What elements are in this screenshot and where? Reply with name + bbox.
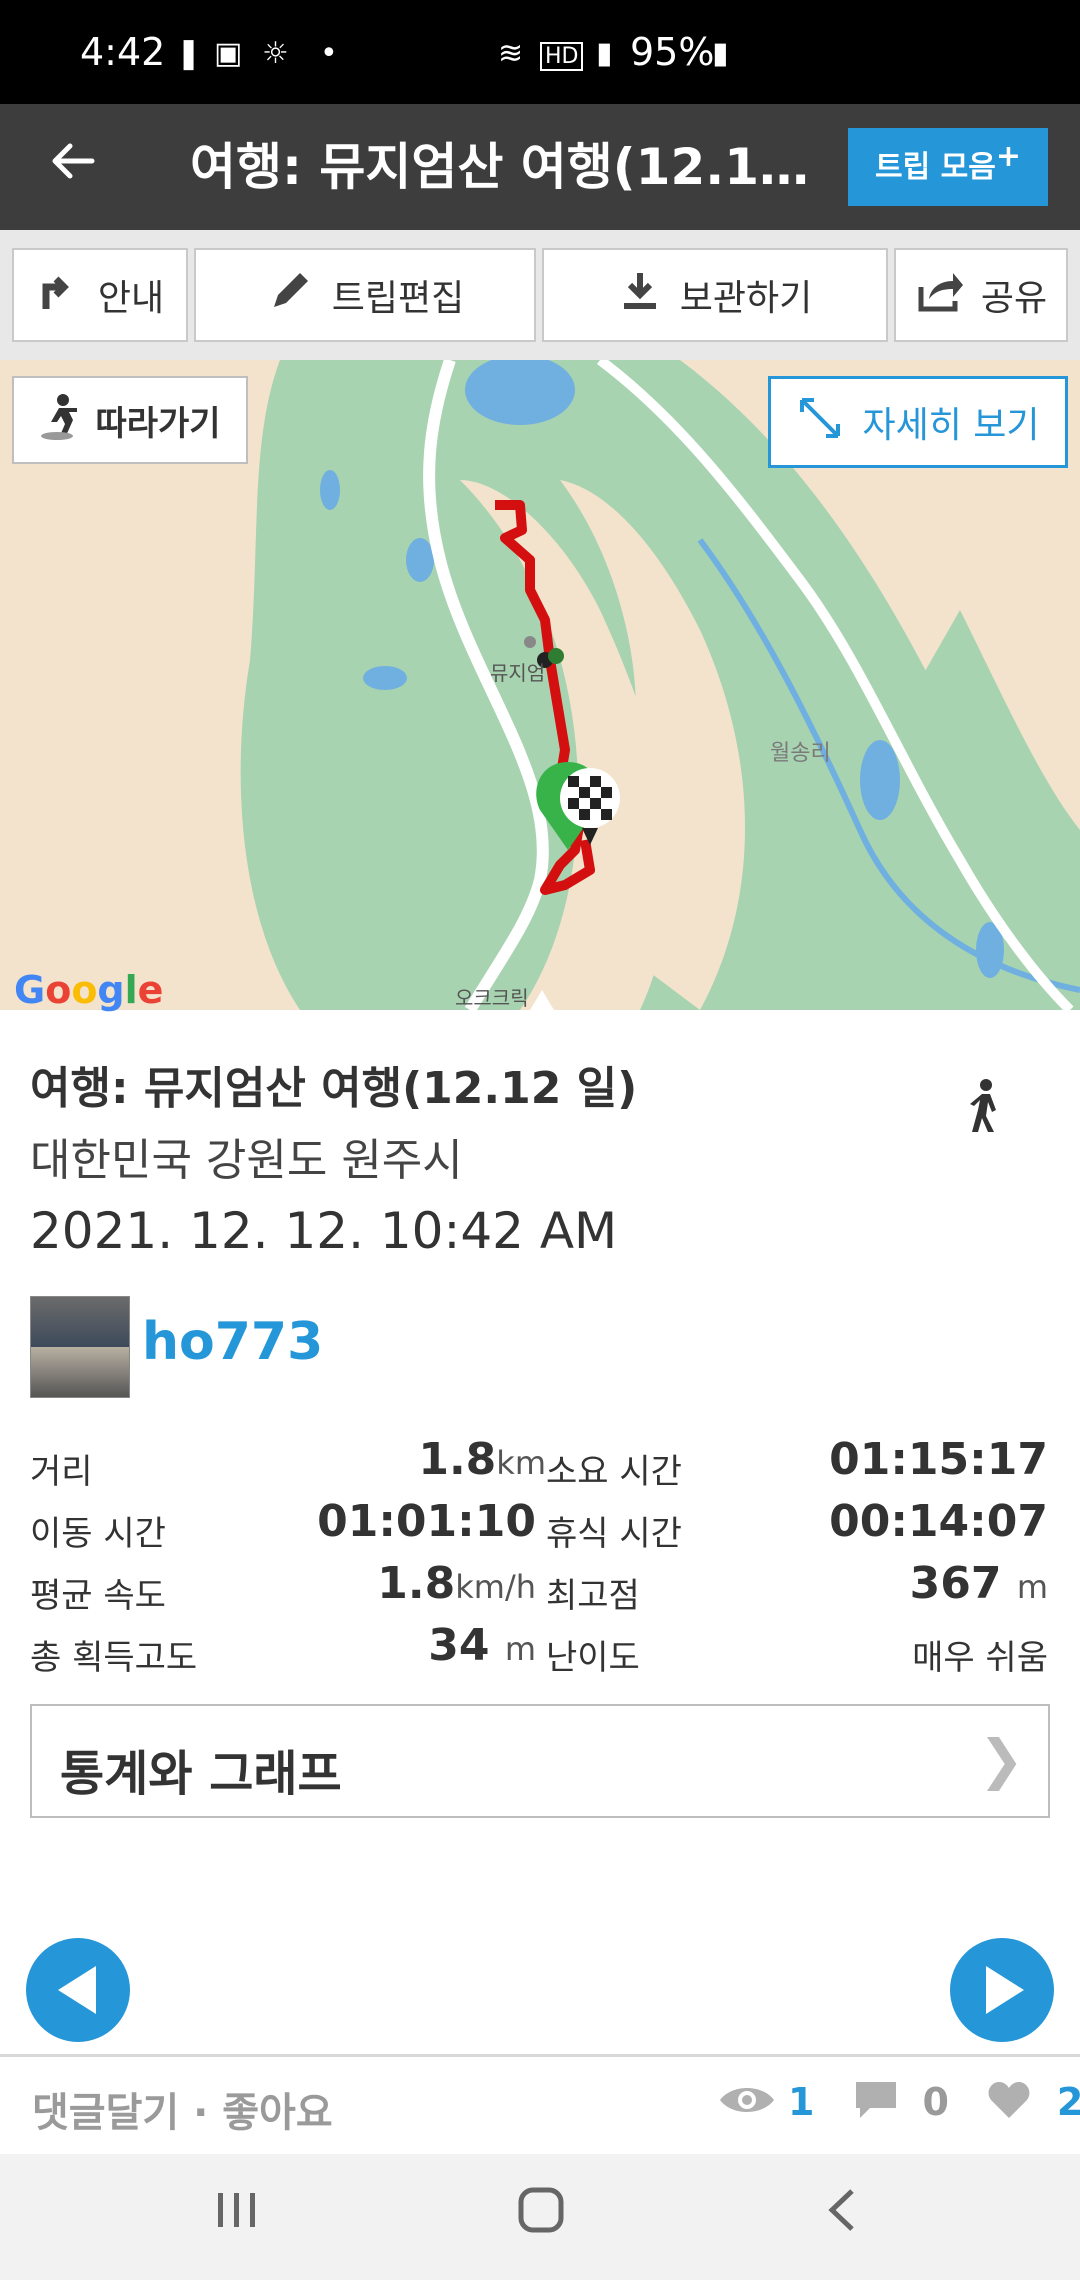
elevation-gain-value: 34 m	[290, 1620, 536, 1671]
next-trip-button[interactable]	[950, 1938, 1054, 2042]
status-time: 4:42	[80, 30, 166, 74]
duration-value: 01:15:17	[829, 1434, 1048, 1485]
distance-unit: km	[496, 1444, 546, 1482]
follow-button[interactable]: 따라가기	[12, 376, 248, 464]
signal-icon: ▮	[596, 36, 613, 71]
trip-datetime: 2021. 12. 12. 10:42 AM	[30, 1202, 618, 1260]
max-altitude-unit: m	[1016, 1568, 1048, 1606]
rest-time-label: 휴식 시간	[546, 1514, 682, 1554]
back-icon[interactable]	[822, 2184, 862, 2249]
stats-graph-label: 통계와 그래프	[60, 1746, 342, 1802]
trip-edit-button[interactable]: 트립편집	[194, 248, 536, 342]
moving-time-value: 01:01:10	[317, 1496, 536, 1547]
trip-title: 여행: 뮤지엄산 여행(12.12 일)	[30, 1063, 638, 1114]
home-icon[interactable]	[516, 2184, 566, 2249]
share-button[interactable]: 공유	[894, 248, 1068, 342]
distance-value: 1.8km	[290, 1434, 546, 1485]
pencil-icon	[266, 267, 314, 324]
avg-speed-unit: km/h	[455, 1568, 536, 1606]
system-navigation-bar	[0, 2154, 1080, 2280]
view-count: 1	[788, 2080, 815, 2124]
duration-label: 소요 시간	[546, 1452, 682, 1492]
distance-label: 거리	[30, 1452, 93, 1492]
username-link[interactable]: ho773	[142, 1312, 323, 1372]
guide-button[interactable]: 안내	[12, 248, 188, 342]
weather-icon: ☼	[262, 36, 289, 71]
save-label: 보관하기	[679, 278, 813, 319]
back-arrow-icon[interactable]	[48, 136, 98, 199]
download-icon	[618, 269, 662, 322]
recent-apps-icon[interactable]	[214, 2184, 260, 2249]
detail-view-label: 자세히 보기	[862, 405, 1040, 446]
difficulty-value: 매우 쉬움	[912, 1638, 1048, 1678]
user-avatar[interactable]	[30, 1296, 130, 1398]
status-bar: 4:42 ❚ ▣ ☼ • ≋ HD ▮ 95% ▮	[0, 0, 1080, 104]
comment-icon	[854, 2080, 898, 2124]
page-title: 여행: 뮤지엄산 여행(12.12...	[190, 138, 810, 196]
wifi-icon: ≋	[498, 36, 524, 71]
elevation-gain-number: 34	[428, 1620, 490, 1671]
plus-icon: +	[995, 139, 1021, 174]
turn-arrow-icon	[36, 269, 80, 322]
previous-trip-button[interactable]	[26, 1938, 130, 2042]
comment-like-link[interactable]: 댓글달기 · 좋아요	[32, 2080, 333, 2138]
max-altitude-value: 367 m	[780, 1558, 1048, 1609]
google-logo: Google	[14, 968, 164, 1012]
chevron-right-icon: ❯	[978, 1728, 1024, 1791]
follow-label: 따라가기	[95, 403, 221, 444]
rest-time-value: 00:14:07	[829, 1496, 1048, 1547]
play-right-icon	[986, 1966, 1024, 2014]
map-place-label-museum: 뮤지엄	[490, 661, 545, 685]
like-count: 2	[1056, 2080, 1080, 2124]
save-button[interactable]: 보관하기	[542, 248, 888, 342]
moving-time-label: 이동 시간	[30, 1514, 166, 1554]
trip-collection-button[interactable]: 트립 모음+	[848, 128, 1048, 206]
guide-label: 안내	[97, 278, 165, 319]
trip-collection-label: 트립 모음	[875, 150, 996, 185]
engagement-counts: 1 0 2	[718, 2080, 1080, 2124]
elevation-gain-unit: m	[504, 1630, 536, 1668]
stats-graph-button[interactable]: 통계와 그래프 ❯	[30, 1704, 1050, 1818]
share-label: 공유	[980, 278, 1048, 319]
avg-speed-label: 평균 속도	[30, 1576, 166, 1616]
action-toolbar: 안내 트립편집 보관하기 공유	[0, 230, 1080, 360]
trip-edit-label: 트립편집	[331, 278, 465, 319]
distance-number: 1.8	[418, 1434, 497, 1485]
play-left-icon	[58, 1966, 96, 2014]
avg-speed-number: 1.8	[377, 1558, 456, 1609]
map-place-label-oakcreek: 오크크릭	[455, 986, 529, 1010]
max-altitude-number: 367	[909, 1558, 1002, 1609]
app-header: 여행: 뮤지엄산 여행(12.12... 트립 모음+	[0, 104, 1080, 230]
heart-icon	[987, 2080, 1031, 2124]
avg-speed-value: 1.8km/h	[290, 1558, 536, 1609]
comment-count: 0	[922, 2080, 949, 2124]
expand-icon	[796, 394, 844, 451]
map-place-label-wolsong: 월송리	[770, 741, 831, 766]
detail-view-button[interactable]: 자세히 보기	[768, 376, 1068, 468]
dot-icon: •	[320, 36, 338, 71]
gallery-icon: ▣	[214, 36, 243, 71]
notification-icon: ❚	[176, 36, 202, 71]
max-altitude-label: 최고점	[546, 1576, 640, 1616]
walking-person-icon	[39, 392, 83, 449]
eye-icon	[718, 2082, 776, 2122]
walking-icon	[962, 1078, 1006, 1163]
battery-icon: ▮	[712, 36, 729, 71]
share-icon	[915, 269, 963, 322]
difficulty-label: 난이도	[546, 1638, 640, 1678]
trip-location: 대한민국 강원도 원주시	[30, 1135, 463, 1186]
hd-icon: HD	[540, 42, 584, 71]
elevation-gain-label: 총 획득고도	[30, 1638, 198, 1678]
